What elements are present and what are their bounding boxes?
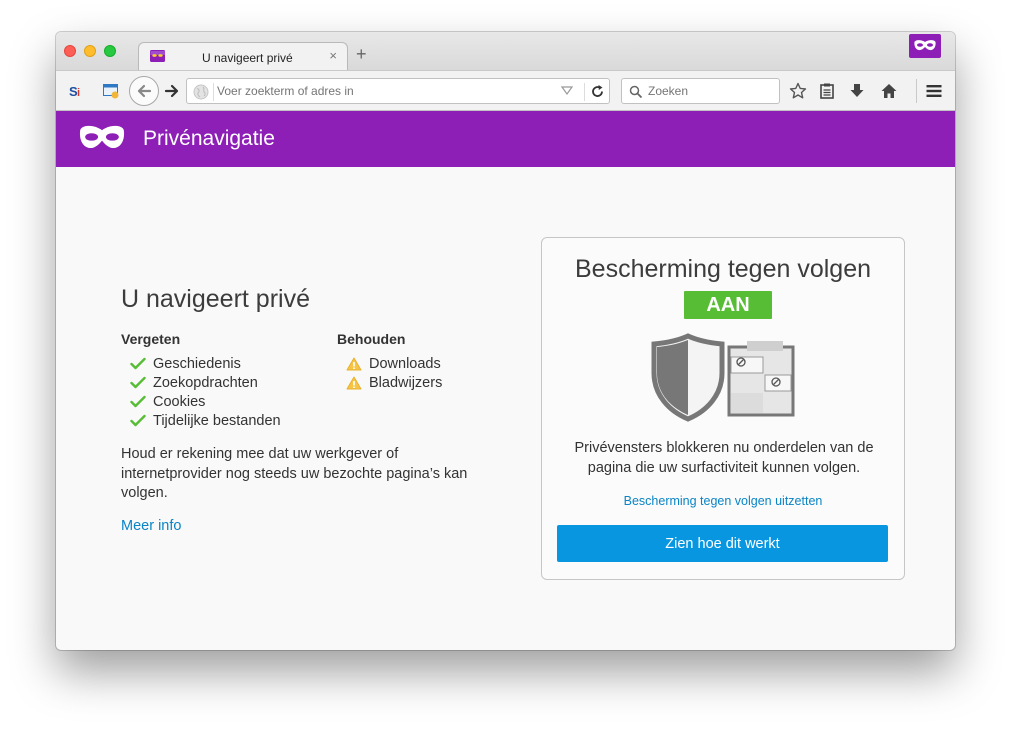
warning-icon: [337, 357, 369, 371]
check-icon: [121, 395, 153, 408]
forget-heading: Vergeten: [121, 331, 181, 347]
forget-item-label: Geschiedenis: [153, 355, 241, 372]
window-zoom-button[interactable]: [104, 45, 116, 57]
forget-item-label: Tijdelijke bestanden: [153, 412, 281, 429]
star-icon: [789, 82, 807, 99]
hamburger-menu-icon: [926, 85, 942, 97]
toolbar-separator: [916, 79, 917, 103]
tracking-protection-title: Bescherming tegen volgen: [574, 255, 872, 283]
url-separator: [213, 83, 214, 101]
navigation-toolbar: S i: [56, 70, 955, 111]
menu-button[interactable]: [925, 82, 943, 100]
tab-close-icon[interactable]: ×: [329, 48, 337, 63]
forget-list: Geschiedenis Zoekopdrachten Cookies Tijd…: [121, 354, 281, 430]
addon-window-icon[interactable]: [102, 82, 120, 100]
window-minimize-button[interactable]: [84, 45, 96, 57]
back-button[interactable]: [129, 76, 159, 106]
addon-s-icon[interactable]: S i: [68, 82, 86, 100]
check-icon: [121, 357, 153, 370]
learn-how-button[interactable]: Zien hoe dit werkt: [557, 525, 888, 562]
keep-item-label: Downloads: [369, 355, 441, 372]
list-item: Tijdelijke bestanden: [121, 411, 281, 430]
list-item: Geschiedenis: [121, 354, 281, 373]
tracking-status-badge: AAN: [684, 291, 772, 319]
tab-strip: U navigeert privé × +: [56, 32, 955, 71]
download-arrow-icon: [850, 84, 864, 97]
window-close-button[interactable]: [64, 45, 76, 57]
tab-private-browsing[interactable]: U navigeert privé ×: [138, 42, 348, 71]
new-tab-button[interactable]: +: [356, 45, 367, 63]
page-title: U navigeert privé: [121, 285, 310, 313]
url-dropdown-icon[interactable]: [561, 86, 573, 96]
list-item: Bladwijzers: [337, 373, 442, 392]
url-bar[interactable]: [186, 78, 610, 104]
search-icon: [629, 85, 643, 99]
private-window-badge: [909, 34, 941, 58]
forward-button[interactable]: [164, 83, 180, 99]
search-input[interactable]: [648, 84, 768, 98]
warning-icon: [337, 376, 369, 390]
forward-arrow-icon: [164, 84, 179, 98]
tracking-description: Privévensters blokkeren nu onderdelen va…: [574, 440, 874, 476]
private-mask-icon: [914, 40, 936, 51]
disable-tracking-protection-link[interactable]: Bescherming tegen volgen uitzetten: [542, 494, 904, 508]
private-mask-icon: [79, 125, 125, 149]
private-browsing-header: Privénavigatie: [56, 111, 955, 167]
home-icon: [881, 84, 897, 98]
list-item: Zoekopdrachten: [121, 373, 281, 392]
downloads-button[interactable]: [848, 82, 866, 100]
check-icon: [121, 376, 153, 389]
tracking-notice: Houd er rekening mee dat uw werkgever of…: [121, 446, 468, 501]
back-arrow-icon: [137, 84, 152, 98]
shield-icon: [651, 333, 795, 422]
bookmark-star-button[interactable]: [789, 82, 807, 100]
home-button[interactable]: [880, 82, 898, 100]
reload-separator: [584, 83, 585, 101]
keep-list: Downloads Bladwijzers: [337, 354, 442, 392]
tracking-protection-card: Bescherming tegen volgen AAN Privévenste…: [541, 237, 905, 580]
private-tab-icon: [150, 50, 165, 62]
browser-window: U navigeert privé × + S i Voer zoekterm …: [56, 32, 955, 650]
url-input[interactable]: [217, 84, 537, 98]
reading-list-button[interactable]: [818, 82, 836, 100]
forget-item-label: Zoekopdrachten: [153, 374, 258, 391]
tab-title: U navigeert privé: [202, 51, 293, 65]
page-content: U navigeert privé Vergeten Geschiedenis …: [56, 167, 955, 650]
reload-icon[interactable]: [590, 84, 605, 99]
globe-icon: [193, 84, 209, 100]
keep-heading: Behouden: [337, 331, 406, 347]
list-item: Downloads: [337, 354, 442, 373]
list-item: Cookies: [121, 392, 281, 411]
check-icon: [121, 414, 153, 427]
forget-item-label: Cookies: [153, 393, 206, 410]
private-browsing-title: Privénavigatie: [143, 127, 275, 150]
keep-item-label: Bladwijzers: [369, 374, 443, 391]
clipboard-list-icon: [820, 83, 834, 99]
search-bar[interactable]: [621, 78, 780, 104]
svg-text:i: i: [77, 87, 80, 99]
more-info-link[interactable]: Meer info: [121, 518, 181, 534]
